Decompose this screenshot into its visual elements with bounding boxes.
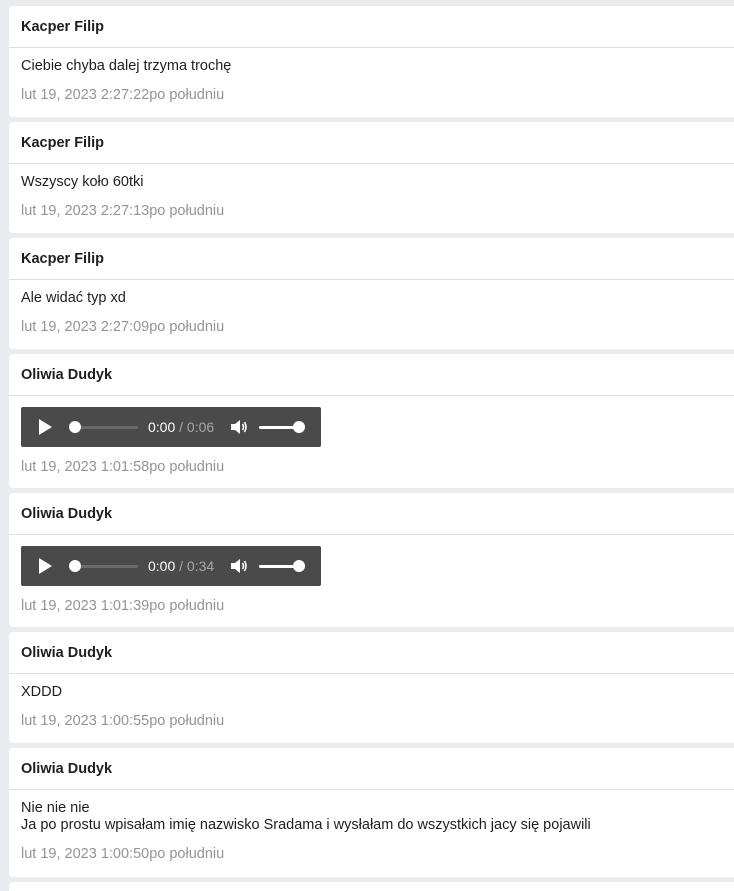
message-timestamp: lut 19, 2023 2:27:13po południu: [21, 203, 225, 219]
volume-handle[interactable]: [293, 421, 305, 433]
message-timestamp: lut 19, 2023 1:01:58po południu: [21, 459, 225, 475]
message-card: Oliwia Dudyk 0:00 / 0:34 lut 19, 2023 1:…: [9, 493, 734, 627]
message-body: Nie nie nie Ja po prostu wpisałam imię n…: [9, 790, 734, 863]
audio-duration: / 0:34: [179, 558, 215, 574]
message-body: XDDD lut 19, 2023 1:00:55po południu: [9, 674, 734, 730]
message-header: Kacper Filip: [9, 122, 734, 164]
audio-current-time: 0:00: [148, 419, 176, 435]
message-body: Ciebie chyba dalej trzyma trochę lut 19,…: [9, 48, 734, 104]
message-body: Wszyscy koło 60tki lut 19, 2023 2:27:13p…: [9, 164, 734, 220]
audio-duration: / 0:06: [179, 419, 215, 435]
sender-name: Oliwia Dudyk: [21, 760, 113, 777]
audio-player: 0:00 / 0:34: [21, 546, 321, 586]
audio-seek-bar[interactable]: [75, 565, 138, 568]
message-header: Oliwia Dudyk: [9, 632, 734, 674]
message-text: Ale widać typ xd: [21, 290, 126, 306]
volume-icon[interactable]: [230, 419, 248, 435]
audio-time: 0:00 / 0:06: [148, 419, 214, 435]
sender-name: Oliwia Dudyk: [21, 505, 113, 522]
message-timestamp: lut 19, 2023 1:00:55po południu: [21, 713, 225, 729]
message-card: Kacper Filip Wszyscy koło 60tki lut 19, …: [9, 122, 734, 233]
message-card: Oliwia Dudyk 0:00 / 0:06 lut 19, 2023 1:…: [9, 354, 734, 488]
message-text: XDDD: [21, 684, 63, 700]
volume-icon[interactable]: [230, 558, 248, 574]
message-text: Ciebie chyba dalej trzyma trochę: [21, 58, 232, 74]
message-card: Oliwia Dudyk XDDD lut 19, 2023 1:00:55po…: [9, 632, 734, 743]
message-card: Kacper Filip Ciebie chyba dalej trzyma t…: [9, 6, 734, 117]
message-body: Ale widać typ xd lut 19, 2023 2:27:09po …: [9, 280, 734, 336]
audio-seek-handle[interactable]: [69, 560, 81, 572]
message-header: Kacper Filip: [9, 238, 734, 280]
sender-name: Kacper Filip: [21, 18, 104, 35]
message-header: Kacper Filip: [9, 6, 734, 48]
message-text: Nie nie nie Ja po prostu wpisałam imię n…: [21, 800, 591, 833]
message-header: Oliwia Dudyk: [9, 354, 734, 396]
message-timestamp: lut 19, 2023 1:01:39po południu: [21, 598, 225, 614]
message-header: Oliwia Dudyk: [9, 493, 734, 535]
message-timestamp: lut 19, 2023 2:27:09po południu: [21, 319, 225, 335]
message-timestamp: lut 19, 2023 1:00:50po południu: [21, 846, 225, 862]
message-timestamp: lut 19, 2023 2:27:22po południu: [21, 87, 225, 103]
audio-time: 0:00 / 0:34: [148, 558, 214, 574]
message-text: Wszyscy koło 60tki: [21, 174, 144, 190]
play-icon[interactable]: [39, 558, 52, 574]
message-card-partial: [9, 882, 734, 891]
message-header: Oliwia Dudyk: [9, 748, 734, 790]
message-feed: Kacper Filip Ciebie chyba dalej trzyma t…: [0, 0, 734, 891]
play-icon[interactable]: [39, 419, 52, 435]
audio-seek-handle[interactable]: [69, 421, 81, 433]
sender-name: Kacper Filip: [21, 250, 104, 267]
audio-current-time: 0:00: [148, 558, 176, 574]
sender-name: Oliwia Dudyk: [21, 366, 113, 383]
sender-name: Oliwia Dudyk: [21, 644, 113, 661]
volume-handle[interactable]: [293, 560, 305, 572]
audio-seek-bar[interactable]: [75, 426, 138, 429]
message-body: 0:00 / 0:06 lut 19, 2023 1:01:58po połud…: [9, 396, 734, 476]
audio-player: 0:00 / 0:06: [21, 407, 321, 447]
message-body: 0:00 / 0:34 lut 19, 2023 1:01:39po połud…: [9, 535, 734, 615]
sender-name: Kacper Filip: [21, 134, 104, 151]
message-card: Oliwia Dudyk Nie nie nie Ja po prostu wp…: [9, 748, 734, 877]
message-card: Kacper Filip Ale widać typ xd lut 19, 20…: [9, 238, 734, 349]
